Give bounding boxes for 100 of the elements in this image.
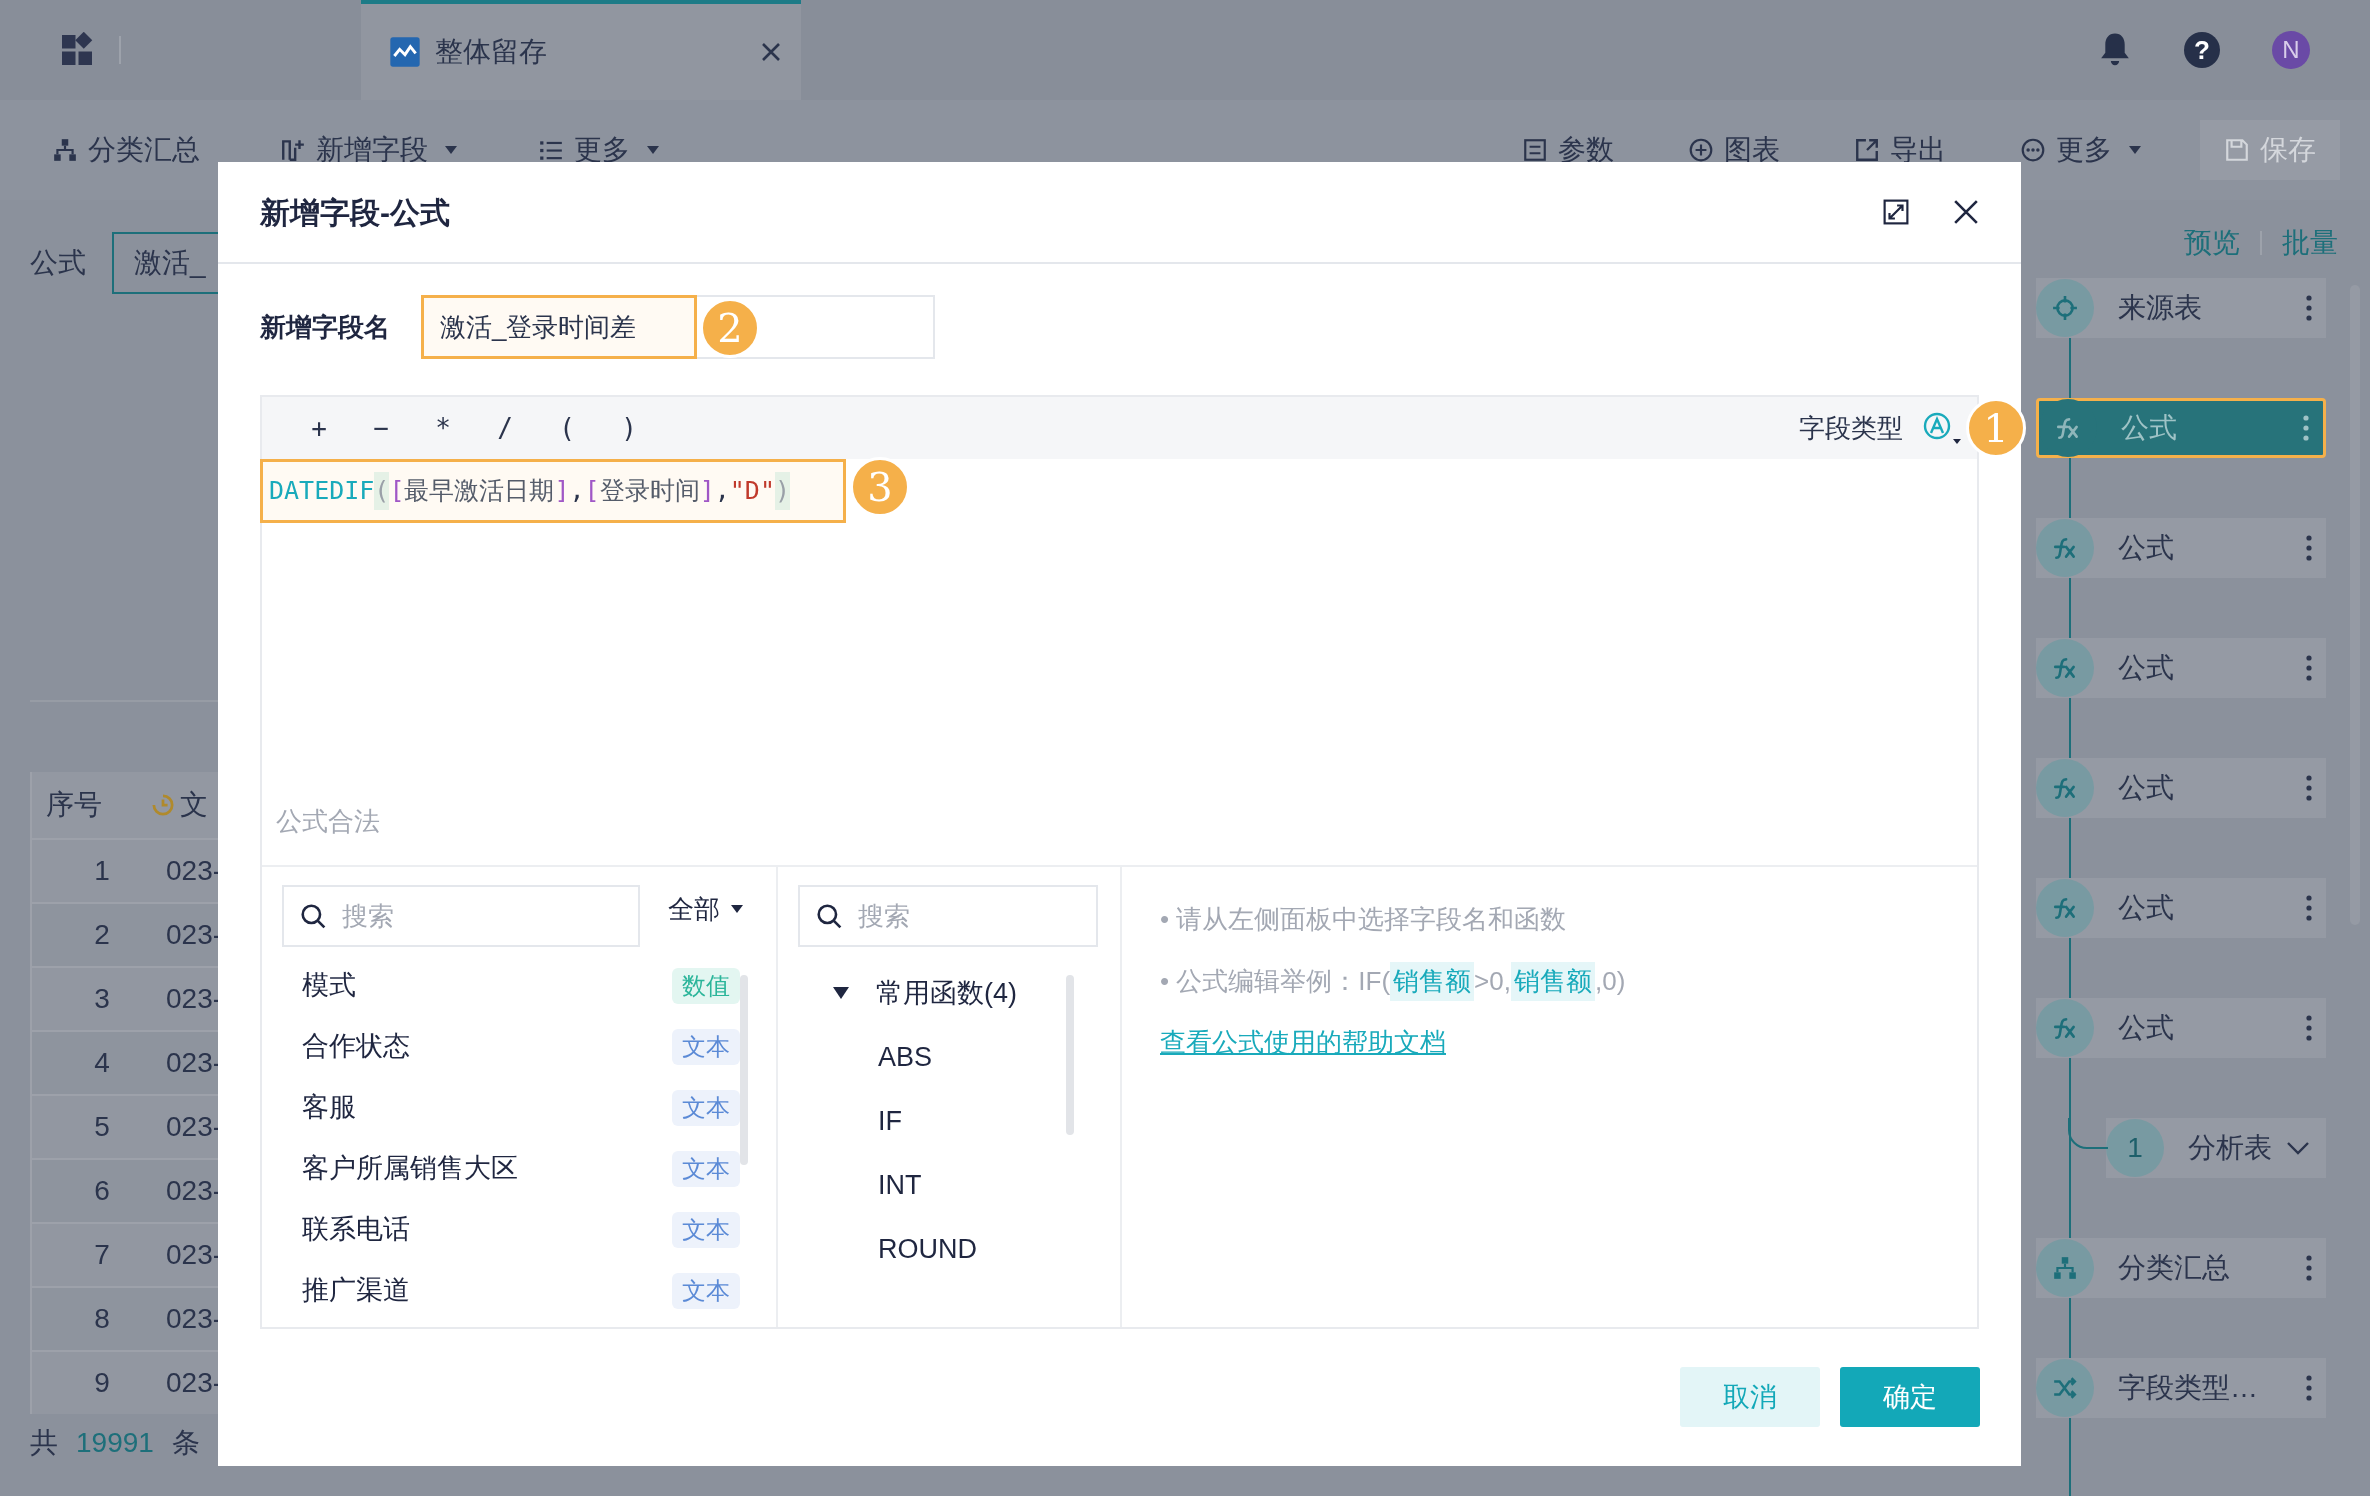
- table-cell-text: 023-: [165, 1302, 223, 1336]
- toolbar-button[interactable]: 导出: [1854, 129, 1946, 171]
- chevron-down-icon[interactable]: [2286, 1141, 2310, 1155]
- flow-step[interactable]: 分类汇总: [2036, 1238, 2326, 1298]
- column-header: 序号: [45, 788, 103, 822]
- field-list-item[interactable]: 联系电话 文本: [282, 1199, 776, 1260]
- field-type-dropdown-icon[interactable]: [1921, 411, 1963, 445]
- filter-dropdown[interactable]: 全部: [668, 889, 744, 929]
- table-cell-text: 4: [93, 1046, 111, 1080]
- flow-step[interactable]: 公式: [2036, 518, 2326, 578]
- operator-button[interactable]: /: [474, 408, 536, 448]
- function-icon: [2055, 415, 2081, 441]
- operator-button[interactable]: ): [598, 408, 660, 448]
- more-vertical-icon[interactable]: [2306, 295, 2312, 321]
- row-count: 19991: [76, 1426, 154, 1460]
- flow-step[interactable]: 公式: [2036, 998, 2326, 1058]
- add-chart-icon: [1688, 137, 1714, 163]
- table-cell-text: 023-: [165, 854, 223, 888]
- field-name-label: 新增字段名: [260, 310, 391, 344]
- search-field[interactable]: 搜索: [282, 885, 640, 947]
- export-icon: [1854, 137, 1880, 163]
- input-highlight: 激活_登录时间差: [421, 295, 697, 359]
- toolbar-button[interactable]: 新增字段: [280, 129, 458, 171]
- more-vertical-icon[interactable]: [2306, 655, 2312, 681]
- flow-step[interactable]: 来源表: [2036, 278, 2326, 338]
- field-list-item[interactable]: 合作状态 文本: [282, 1016, 776, 1077]
- line-chart-icon: [389, 36, 421, 68]
- field-list-item[interactable]: 模式 数值: [282, 955, 776, 1016]
- more-vertical-icon[interactable]: [2306, 775, 2312, 801]
- close-icon[interactable]: [1953, 199, 1979, 225]
- flow-step[interactable]: 公式: [2036, 758, 2326, 818]
- expand-triangle-icon: [832, 986, 850, 1000]
- function-item[interactable]: ROUND: [798, 1217, 1120, 1281]
- toolbar-button[interactable]: 更多: [2020, 129, 2142, 171]
- toolbar-button[interactable]: 参数: [1522, 129, 1614, 171]
- flow-step[interactable]: 公式: [2036, 878, 2326, 938]
- formula-code[interactable]: DATEDIF([最早激活日期],[登录时间],"D"): [260, 459, 846, 523]
- flow-step[interactable]: 公式: [2036, 638, 2326, 698]
- more-vertical-icon[interactable]: [2306, 1255, 2312, 1281]
- field-list-item[interactable]: 推广渠道 文本: [282, 1260, 776, 1321]
- document-tab[interactable]: 整体留存: [361, 0, 801, 100]
- hierarchy-icon: [2052, 1255, 2078, 1281]
- search-field[interactable]: 搜索: [798, 885, 1098, 947]
- table-cell-text: 6: [93, 1174, 111, 1208]
- scrollbar[interactable]: [1066, 975, 1074, 1135]
- formula-label: 公式: [30, 246, 86, 280]
- more-vertical-icon[interactable]: [2303, 415, 2309, 441]
- table-cell-text: 023-: [165, 1238, 223, 1272]
- add-column-icon: [280, 137, 306, 163]
- table-cell-text: 2: [93, 918, 111, 952]
- cancel-button[interactable]: 取消: [1680, 1367, 1820, 1427]
- apps-grid-icon[interactable]: [59, 32, 95, 68]
- table-cell-text: 023-: [165, 918, 223, 952]
- save-icon: [2224, 137, 2250, 163]
- help-link[interactable]: 查看公式使用的帮助文档: [1160, 1023, 1446, 1062]
- type-tag: 数值: [672, 967, 740, 1004]
- more-vertical-icon[interactable]: [2306, 1375, 2312, 1401]
- toolbar-button[interactable]: 图表: [1688, 129, 1780, 171]
- table-cell-text: 023-: [165, 982, 223, 1016]
- type-tag: 文本: [672, 1089, 740, 1126]
- caret-icon: [730, 904, 744, 914]
- more-vertical-icon[interactable]: [2306, 535, 2312, 561]
- function-item[interactable]: INT: [798, 1153, 1120, 1217]
- dialog-title: 新增字段-公式: [260, 194, 450, 231]
- function-item[interactable]: IF: [798, 1089, 1120, 1153]
- operator-button[interactable]: +: [288, 408, 350, 448]
- search-icon: [300, 903, 326, 929]
- operator-button[interactable]: (: [536, 408, 598, 448]
- flow-step[interactable]: 字段类型…: [2036, 1358, 2326, 1418]
- step-count: 1: [2127, 1131, 2143, 1165]
- confirm-button[interactable]: 确定: [1840, 1367, 1980, 1427]
- function-icon: [2052, 655, 2078, 681]
- expand-icon[interactable]: [1883, 199, 1909, 225]
- help-button[interactable]: ?: [2184, 32, 2220, 68]
- more-vertical-icon[interactable]: [2306, 895, 2312, 921]
- field-list-item[interactable]: 客服 文本: [282, 1077, 776, 1138]
- function-icon: [2052, 895, 2078, 921]
- function-icon: [2052, 1015, 2078, 1041]
- function-group[interactable]: 常用函数(4): [798, 961, 1120, 1025]
- toolbar-button[interactable]: 更多: [538, 129, 660, 171]
- rows-label: 条: [171, 1426, 200, 1460]
- shuffle-icon: [2052, 1375, 2078, 1401]
- toolbar-button[interactable]: 分类汇总: [52, 129, 200, 171]
- field-list-item[interactable]: 客户所属销售大区 文本: [282, 1138, 776, 1199]
- table-cell-text: 023-: [165, 1046, 223, 1080]
- flow-step[interactable]: 公式: [2036, 398, 2326, 458]
- operator-button[interactable]: *: [412, 408, 474, 448]
- user-avatar[interactable]: N: [2272, 31, 2310, 69]
- function-item[interactable]: ABS: [798, 1025, 1120, 1089]
- caret-icon: [646, 145, 660, 155]
- formula-status: 公式合法: [275, 804, 381, 838]
- caret-icon: [2128, 145, 2142, 155]
- operator-button[interactable]: −: [350, 408, 412, 448]
- table-cell-text: 5: [93, 1110, 111, 1144]
- analysis-table-step[interactable]: 1 分析表: [2106, 1118, 2326, 1178]
- table-cell-text: 1: [93, 854, 111, 888]
- more-icon: [2020, 137, 2046, 163]
- table-cell-text: 023-: [165, 1366, 223, 1400]
- more-vertical-icon[interactable]: [2306, 1015, 2312, 1041]
- scrollbar[interactable]: [740, 975, 748, 1165]
